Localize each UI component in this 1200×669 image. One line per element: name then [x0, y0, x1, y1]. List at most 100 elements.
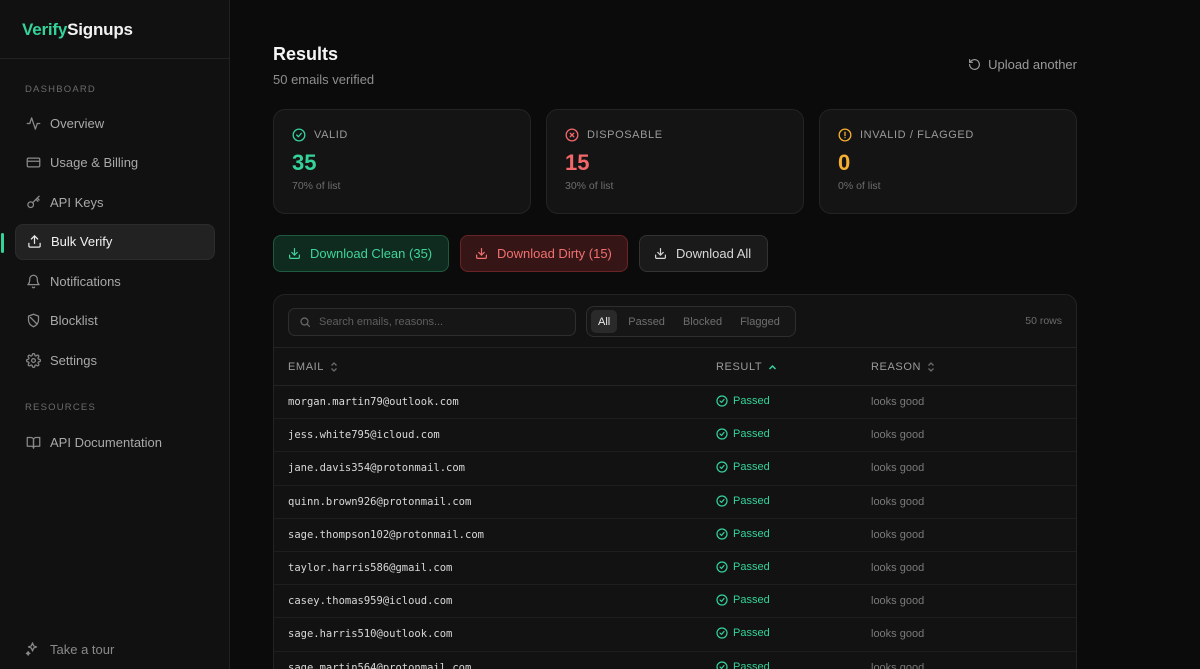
result-label: Passed — [733, 660, 770, 669]
column-header-email[interactable]: EMAIL — [288, 361, 338, 373]
check-circle-icon — [716, 428, 728, 440]
page-title: Results — [273, 44, 339, 64]
row-count: 50 rows — [1025, 315, 1062, 327]
column-label: REASON — [871, 361, 922, 373]
check-circle-icon — [716, 461, 728, 473]
page-subtitle: 50 emails verified — [273, 72, 375, 87]
result-cell: Passed — [716, 594, 770, 606]
result-cell: Passed — [716, 395, 770, 407]
sidebar-resources: API Documentation — [15, 424, 215, 464]
refresh-icon — [968, 58, 981, 71]
sidebar-item-api-keys[interactable]: API Keys — [15, 184, 215, 220]
sidebar-item-label: Usage & Billing — [50, 155, 139, 170]
reason-cell: looks good — [871, 661, 925, 669]
brand-logo[interactable]: VerifySignups — [0, 0, 229, 59]
filter-all[interactable]: All — [591, 310, 618, 333]
card-header: VALID — [292, 128, 512, 142]
check-circle-icon — [716, 660, 728, 669]
result-label: Passed — [733, 527, 770, 540]
sidebar-item-blocklist[interactable]: Blocklist — [15, 303, 215, 339]
table-row[interactable]: morgan.martin79@outlook.com Passed looks g… — [274, 386, 1076, 420]
result-cell: Passed — [716, 461, 770, 473]
filter-passed[interactable]: Passed — [621, 310, 672, 333]
result-cell: Passed — [716, 561, 770, 573]
sidebar-item-api-documentation[interactable]: API Documentation — [15, 424, 215, 460]
check-circle-icon — [716, 594, 728, 606]
result-label: Passed — [733, 627, 770, 640]
table-row[interactable]: sage.thompson102@protonmail.com Passed loo… — [274, 519, 1076, 552]
table-row[interactable]: casey.thomas959@icloud.com Passed looks go… — [274, 585, 1076, 619]
card-value: 15 — [565, 150, 590, 175]
sidebar-item-bulk-verify[interactable]: Bulk Verify — [1, 223, 215, 260]
card-label: INVALID / FLAGGED — [860, 129, 974, 141]
table-row[interactable]: sage.martin564@protonmail.com Passed looks… — [274, 652, 1076, 669]
check-circle-icon — [716, 395, 728, 407]
result-label: Passed — [733, 461, 770, 474]
column-header-result[interactable]: RESULT — [716, 361, 777, 373]
tour-label: Take a tour — [50, 641, 115, 657]
card-value: 35 — [292, 150, 317, 175]
reason-cell: looks good — [871, 462, 925, 475]
sidebar-item-label: Bulk Verify — [51, 234, 113, 249]
results-table: All Passed Blocked Flagged 50 rows EMAIL… — [273, 294, 1077, 669]
card-label: DISPOSABLE — [587, 129, 663, 141]
column-header-reason[interactable]: REASON — [871, 361, 935, 373]
sidebar-item-label: Overview — [50, 115, 105, 131]
card-header: DISPOSABLE — [565, 128, 785, 142]
result-label: Passed — [733, 494, 770, 507]
reason-cell: looks good — [871, 429, 925, 442]
sidebar-item-usage-billing[interactable]: Usage & Billing — [15, 145, 215, 181]
brand-part-1: Verify — [22, 20, 68, 39]
result-cell: Passed — [716, 661, 770, 669]
email-cell: quinn.brown926@protonmail.com — [288, 495, 472, 508]
search-box[interactable] — [288, 308, 576, 336]
card-subtext: 30% of list — [565, 180, 614, 192]
take-a-tour-button[interactable]: Take a tour — [25, 641, 114, 657]
alert-circle-icon — [838, 128, 852, 142]
table-row[interactable]: sage.harris510@outlook.com Passed looks go… — [274, 618, 1076, 652]
upload-another-label: Upload another — [988, 57, 1077, 72]
section-label-resources: RESOURCES — [25, 402, 96, 413]
result-label: Passed — [733, 560, 770, 573]
upload-another-button[interactable]: Upload another — [968, 57, 1077, 72]
disposable-card: DISPOSABLE 15 30% of list — [546, 109, 804, 214]
filter-flagged[interactable]: Flagged — [733, 310, 787, 333]
column-label: EMAIL — [288, 361, 325, 373]
download-clean-button[interactable]: Download Clean (35) — [273, 235, 449, 272]
download-dirty-button[interactable]: Download Dirty (15) — [460, 235, 628, 272]
credit-card-icon — [25, 155, 41, 171]
reason-cell: looks good — [871, 561, 925, 574]
bell-icon — [25, 273, 41, 289]
search-input[interactable] — [319, 316, 559, 328]
column-label: RESULT — [716, 361, 763, 373]
table-row[interactable]: jess.white795@icloud.com Passed looks good — [274, 419, 1076, 453]
filter-blocked[interactable]: Blocked — [676, 310, 729, 333]
email-cell: sage.martin564@protonmail.com — [288, 661, 472, 669]
valid-card: VALID 35 70% of list — [273, 109, 531, 214]
download-all-label: Download All — [676, 246, 752, 261]
download-dirty-label: Download Dirty (15) — [497, 246, 612, 261]
search-icon — [299, 316, 312, 329]
card-label: VALID — [314, 129, 348, 141]
email-cell: taylor.harris586@gmail.com — [288, 561, 453, 574]
download-icon — [654, 247, 668, 261]
sidebar-item-overview[interactable]: Overview — [15, 105, 215, 141]
x-circle-icon — [565, 128, 579, 142]
sidebar-item-notifications[interactable]: Notifications — [15, 263, 215, 299]
check-circle-icon — [292, 128, 306, 142]
result-cell: Passed — [716, 528, 770, 540]
activity-icon — [25, 115, 41, 131]
card-header: INVALID / FLAGGED — [838, 128, 1058, 142]
sidebar-item-settings[interactable]: Settings — [15, 342, 215, 378]
brand-part-2: Signups — [67, 20, 133, 39]
sidebar-item-label: Settings — [50, 352, 97, 368]
table-row[interactable]: taylor.harris586@gmail.com Passed looks go… — [274, 552, 1076, 586]
table-row[interactable]: quinn.brown926@protonmail.com Passed looks… — [274, 486, 1076, 519]
card-value: 0 — [838, 150, 851, 175]
check-circle-icon — [716, 627, 728, 639]
table-row[interactable]: jane.davis354@protonmail.com Passed looks … — [274, 452, 1076, 486]
card-subtext: 0% of list — [838, 180, 881, 192]
result-label: Passed — [733, 594, 770, 607]
download-all-button[interactable]: Download All — [639, 235, 768, 272]
sidebar: VerifySignups DASHBOARD Overview Usage &… — [0, 0, 230, 669]
